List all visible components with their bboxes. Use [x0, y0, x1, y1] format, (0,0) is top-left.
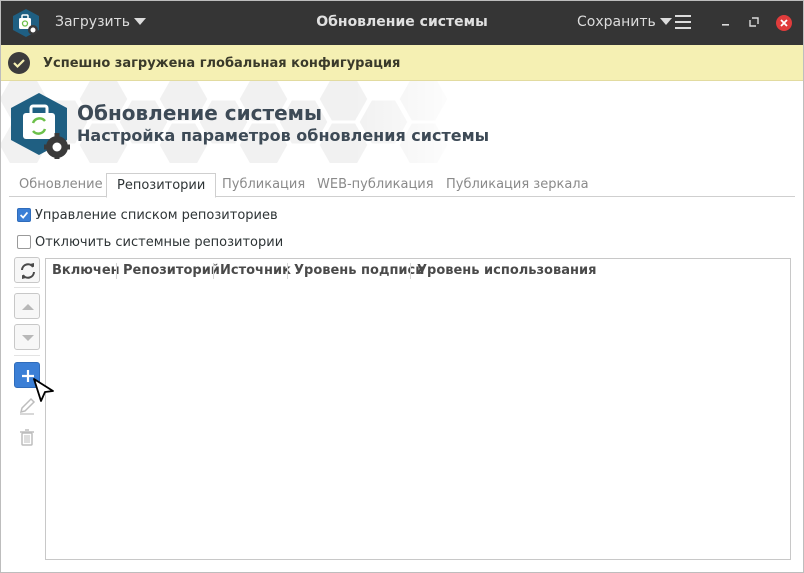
tab-update[interactable]: Обновление [9, 173, 113, 197]
mouse-cursor-icon [33, 378, 54, 402]
chevron-down-icon [134, 17, 147, 25]
tab-mirror-publication[interactable]: Публикация зеркала [436, 173, 599, 197]
column-header-repository[interactable]: Репозиторий [116, 263, 226, 279]
move-up-button[interactable] [14, 293, 40, 319]
column-header-signature-level[interactable]: Уровень подписи [287, 263, 430, 279]
notification-text: Успешно загружена глобальная конфигураци… [43, 56, 401, 71]
app-icon [13, 9, 39, 37]
disable-system-repos-checkbox[interactable] [17, 235, 31, 249]
manage-repos-checkbox[interactable] [17, 208, 31, 222]
check-icon [8, 52, 30, 74]
tab-web-publication[interactable]: WEB-публикация [307, 173, 444, 197]
column-header-enabled[interactable]: Включен [46, 263, 126, 279]
tab-repositories[interactable]: Репозитории [106, 173, 217, 198]
hamburger-menu-icon[interactable] [675, 15, 691, 29]
arrow-up-icon [22, 304, 34, 310]
trash-icon [20, 429, 34, 446]
checkmark-icon [19, 211, 29, 219]
refresh-icon [21, 263, 35, 279]
page-title: Обновление системы [77, 101, 323, 125]
close-button[interactable] [776, 15, 792, 31]
minimize-icon[interactable] [719, 15, 733, 29]
notification-bar: Успешно загружена глобальная конфигураци… [1, 45, 803, 81]
manage-repos-option[interactable]: Управление списком репозиториев [17, 207, 278, 223]
toolbar-divider [14, 287, 40, 288]
header-banner: Обновление системы Настройка параметров … [1, 81, 803, 163]
title-bar: Загрузить Обновление системы Сохранить [1, 1, 803, 45]
close-icon [780, 19, 788, 27]
toolbar-divider [14, 355, 40, 356]
refresh-button[interactable] [14, 257, 40, 283]
tab-publication[interactable]: Публикация [212, 173, 315, 197]
manage-repos-label: Управление списком репозиториев [35, 207, 278, 223]
save-menu-label: Сохранить [577, 14, 656, 30]
app-window: Загрузить Обновление системы Сохранить У… [0, 0, 804, 573]
load-menu[interactable]: Загрузить [55, 14, 147, 30]
disable-system-repos-option[interactable]: Отключить системные репозитории [17, 234, 283, 250]
table-header: Включен Репозиторий Источник Уровень под… [46, 259, 790, 283]
page-subtitle: Настройка параметров обновления системы [77, 126, 490, 145]
column-header-source[interactable]: Источник [213, 263, 297, 279]
repositories-table[interactable]: Включен Репозиторий Источник Уровень под… [45, 258, 791, 560]
load-menu-label: Загрузить [55, 14, 131, 30]
maximize-icon[interactable] [747, 15, 761, 29]
move-down-button[interactable] [14, 324, 40, 350]
disable-system-repos-label: Отключить системные репозитории [35, 234, 284, 250]
arrow-down-icon [22, 335, 34, 341]
save-menu[interactable]: Сохранить [577, 14, 672, 30]
tab-bar: Обновление Репозитории Публикация WEB-пу… [9, 173, 795, 198]
system-update-icon [11, 93, 70, 159]
column-header-usage-level[interactable]: Уровень использования [410, 263, 602, 279]
chevron-down-icon [659, 17, 672, 25]
delete-repository-button[interactable] [14, 424, 40, 450]
